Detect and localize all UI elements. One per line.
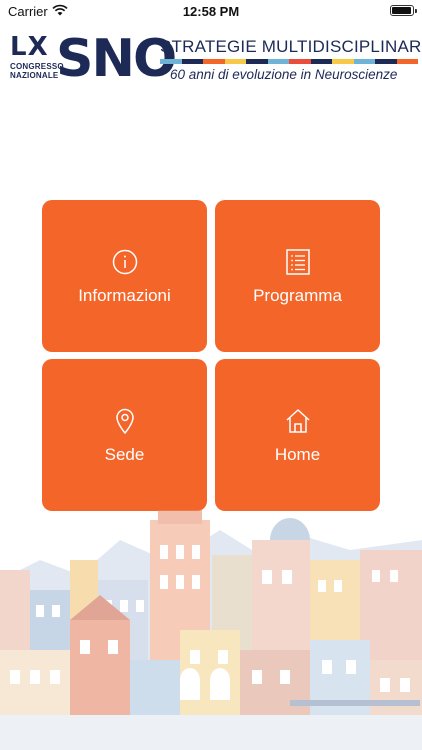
info-icon: [112, 249, 137, 275]
stripe-segment: [289, 59, 311, 64]
color-stripe: [160, 59, 418, 64]
stripe-segment: [160, 59, 182, 64]
home-icon: [285, 409, 310, 433]
location-pin-icon: [115, 408, 134, 435]
sede-label: Sede: [104, 445, 145, 464]
stripe-segment: [203, 59, 225, 64]
informazioni-button[interactable]: Informazioni: [42, 200, 207, 352]
congress-logo: LX CONGRESSO NAZIONALE SNO STRATEGIE MUL…: [0, 30, 422, 92]
sede-button[interactable]: Sede: [42, 359, 207, 511]
congress-subtitle: 60 anni di evoluzione in Neuroscienze: [170, 67, 398, 82]
status-bar: Carrier 12:58 PM: [0, 0, 422, 24]
list-icon: [285, 249, 310, 275]
stripe-segment: [375, 59, 397, 64]
logo-lx: LX: [10, 32, 49, 62]
stripe-segment: [246, 59, 268, 64]
informazioni-label: Informazioni: [78, 286, 171, 305]
logo-sno: SNO: [56, 29, 177, 89]
programma-label: Programma: [253, 286, 342, 305]
stripe-segment: [353, 59, 375, 64]
congress-title: STRATEGIE MULTIDISCIPLINARI: [160, 37, 422, 56]
battery-icon: [390, 5, 417, 16]
stripe-segment: [310, 59, 332, 64]
home-button[interactable]: Home: [215, 359, 380, 511]
clock: 12:58 PM: [182, 4, 240, 19]
stripe-segment: [332, 59, 354, 64]
programma-button[interactable]: Programma: [215, 200, 380, 352]
stripe-segment: [267, 59, 289, 64]
stripe-segment: [396, 59, 418, 64]
stripe-segment: [181, 59, 203, 64]
stripe-segment: [224, 59, 246, 64]
city-illustration: [0, 510, 422, 750]
home-label: Home: [274, 445, 321, 464]
